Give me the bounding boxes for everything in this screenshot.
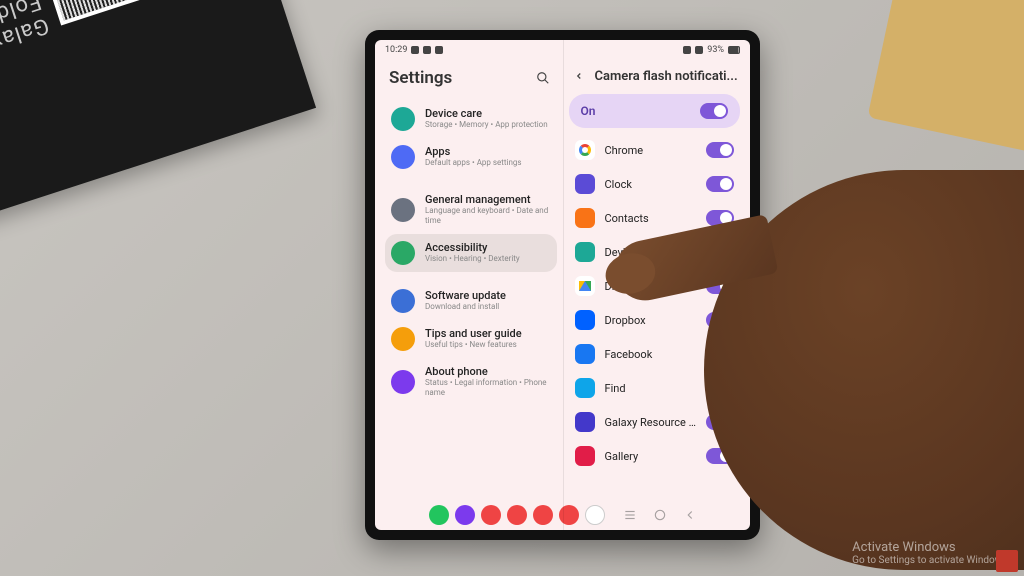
wifi-icon xyxy=(683,46,691,54)
app-label: Galaxy Resource Upda... xyxy=(605,416,697,429)
settings-item-subtitle: Vision • Hearing • Dexterity xyxy=(425,254,520,264)
taskbar xyxy=(375,500,750,530)
settings-item-device-care[interactable]: Device careStorage • Memory • App protec… xyxy=(385,100,557,138)
find-icon xyxy=(575,378,595,398)
settings-item-title: Accessibility xyxy=(425,241,520,254)
master-toggle[interactable] xyxy=(700,103,728,119)
settings-item-subtitle: Useful tips • New features xyxy=(425,340,522,350)
settings-master-pane: Settings Device careStorage • Memory • A… xyxy=(375,60,563,500)
app-label: Find xyxy=(605,382,697,395)
back-nav-button[interactable] xyxy=(683,508,697,522)
settings-item-title: Device care xyxy=(425,107,548,120)
status-icon xyxy=(435,46,443,54)
settings-item-about-phone[interactable]: About phoneStatus • Legal information • … xyxy=(385,358,557,406)
windows-watermark: Activate Windows Go to Settings to activ… xyxy=(852,540,1010,566)
page-title: Settings xyxy=(389,68,533,88)
dock-play-icon[interactable] xyxy=(585,505,605,525)
status-bar: 10:29 93% xyxy=(375,40,750,60)
app-row-clock[interactable]: Clock xyxy=(569,168,741,200)
app-label: Chrome xyxy=(605,144,697,157)
settings-item-title: Apps xyxy=(425,145,522,158)
signal-icon xyxy=(695,46,703,54)
master-toggle-row[interactable]: On xyxy=(569,94,741,128)
dock-settings-icon[interactable] xyxy=(507,505,527,525)
recents-button[interactable] xyxy=(623,508,637,522)
settings-item-general-management[interactable]: General managementLanguage and keyboard … xyxy=(385,186,557,234)
home-button[interactable] xyxy=(653,508,667,522)
galaxy-resource-icon xyxy=(575,412,595,432)
settings-item-accessibility[interactable]: AccessibilityVision • Hearing • Dexterit… xyxy=(385,234,557,272)
master-toggle-label: On xyxy=(581,104,596,118)
dock xyxy=(429,505,605,525)
settings-item-subtitle: Status • Legal information • Phone name xyxy=(425,378,551,399)
product-box: Galaxy Z Fold6 xyxy=(0,0,316,238)
app-label: Clock xyxy=(605,178,697,191)
app-toggle-chrome[interactable] xyxy=(706,142,734,158)
general-management-icon xyxy=(391,198,415,222)
chrome-icon xyxy=(575,140,595,160)
settings-item-subtitle: Storage • Memory • App protection xyxy=(425,120,548,130)
dock-youtube-icon[interactable] xyxy=(559,505,579,525)
settings-item-subtitle: Download and install xyxy=(425,302,506,312)
nav-keys xyxy=(623,508,697,522)
settings-item-subtitle: Language and keyboard • Date and time xyxy=(425,206,551,227)
app-label: Gallery xyxy=(605,450,697,463)
app-label: Facebook xyxy=(605,348,697,361)
battery-icon xyxy=(728,46,740,54)
status-icon xyxy=(411,46,419,54)
settings-item-tips[interactable]: Tips and user guideUseful tips • New fea… xyxy=(385,320,557,358)
drive-icon xyxy=(575,276,595,296)
contacts-icon xyxy=(575,208,595,228)
settings-item-title: Tips and user guide xyxy=(425,327,522,340)
settings-list: Device careStorage • Memory • App protec… xyxy=(385,100,557,406)
settings-item-title: General management xyxy=(425,193,551,206)
detail-title: Camera flash notificati... xyxy=(595,69,738,84)
accessibility-icon xyxy=(391,241,415,265)
dock-news-icon[interactable] xyxy=(481,505,501,525)
status-battery: 93% xyxy=(707,45,724,55)
app-toggle-clock[interactable] xyxy=(706,176,734,192)
clock-icon xyxy=(575,174,595,194)
settings-item-title: Software update xyxy=(425,289,506,302)
tips-icon xyxy=(391,327,415,351)
settings-item-subtitle: Default apps • App settings xyxy=(425,158,522,168)
search-button[interactable] xyxy=(533,68,553,88)
corner-badge xyxy=(996,550,1018,572)
settings-item-title: About phone xyxy=(425,365,551,378)
dropbox-icon xyxy=(575,310,595,330)
app-label: Contacts xyxy=(605,212,697,225)
wood-prop xyxy=(867,0,1024,159)
barcode xyxy=(50,0,173,26)
app-row-chrome[interactable]: Chrome xyxy=(569,134,741,166)
dock-phone-icon[interactable] xyxy=(429,505,449,525)
product-name: Galaxy Z Fold6 xyxy=(0,0,52,76)
software-update-icon xyxy=(391,289,415,313)
gallery-icon xyxy=(575,446,595,466)
chevron-left-icon xyxy=(574,71,584,81)
status-time: 10:29 xyxy=(385,45,407,55)
dock-camera-icon[interactable] xyxy=(533,505,553,525)
app-row-gallery[interactable]: Gallery xyxy=(569,440,741,472)
status-icon xyxy=(423,46,431,54)
settings-item-apps[interactable]: AppsDefault apps • App settings xyxy=(385,138,557,176)
device-care-icon xyxy=(391,107,415,131)
facebook-icon xyxy=(575,344,595,364)
back-button[interactable] xyxy=(571,68,587,84)
search-icon xyxy=(536,71,550,85)
device-care-icon xyxy=(575,242,595,262)
settings-item-software-update[interactable]: Software updateDownload and install xyxy=(385,282,557,320)
about-phone-icon xyxy=(391,370,415,394)
dock-bixby-icon[interactable] xyxy=(455,505,475,525)
app-label: Dropbox xyxy=(605,314,697,327)
apps-icon xyxy=(391,145,415,169)
